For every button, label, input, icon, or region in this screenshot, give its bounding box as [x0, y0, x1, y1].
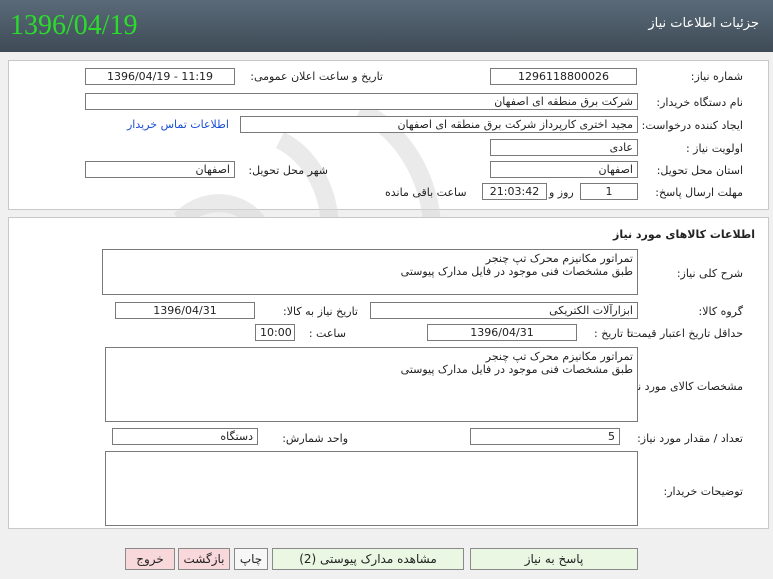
announce-label: تاریخ و ساعت اعلان عمومی:	[250, 70, 383, 83]
header-date: 1396/04/19	[10, 10, 138, 41]
validity-time-field: 10:00	[255, 324, 295, 341]
qty-label: تعداد / مقدار مورد نیاز:	[637, 432, 743, 445]
city-field: اصفهان	[85, 161, 235, 178]
page-title: جزئیات اطلاعات نیاز	[648, 16, 759, 31]
back-button[interactable]: بازگشت	[178, 548, 230, 570]
buyer-notes-label: توضیحات خریدار:	[663, 485, 744, 498]
need-date-field: 1396/04/31	[115, 302, 255, 319]
summary-field: تمراتور مکانیزم محرک تپ چنجر طبق مشخصات …	[102, 249, 638, 295]
group-label: گروه کالا:	[698, 305, 743, 318]
validity-time-label: ساعت :	[308, 327, 346, 340]
buyer-label: نام دستگاه خریدار:	[656, 96, 743, 109]
creator-label: ایجاد کننده درخواست:	[641, 119, 743, 132]
need-date-label: تاریخ نیاز به کالا:	[283, 305, 358, 318]
city-label: شهر محل تحویل:	[248, 164, 328, 177]
validity-to-label: تا تاریخ :	[594, 327, 633, 340]
unit-label: واحد شمارش:	[282, 432, 348, 445]
province-label: استان محل تحویل:	[656, 164, 743, 177]
need-number-field: 1296118800026	[490, 68, 637, 85]
province-field: اصفهان	[490, 161, 638, 178]
spec-line-2: طبق مشخصات فنی موجود در فایل مدارک پیوست…	[400, 363, 633, 376]
summary-line-2: طبق مشخصات فنی موجود در فایل مدارک پیوست…	[400, 265, 633, 278]
deadline-days-field: 1	[580, 183, 638, 200]
summary-line-1: تمراتور مکانیزم محرک تپ چنجر	[485, 252, 633, 265]
announce-field: 1396/04/19 - 11:19	[85, 68, 235, 85]
deadline-remaining-label: ساعت باقی مانده	[385, 186, 467, 199]
print-button[interactable]: چاپ	[234, 548, 268, 570]
buyer-notes-field	[105, 451, 638, 526]
validity-label: حداقل تاریخ اعتبار قیمت:	[627, 327, 743, 340]
deadline-label: مهلت ارسال پاسخ:	[655, 186, 743, 199]
creator-field: مجید اختری کارپرداز شرکت برق منطقه ای اص…	[240, 116, 638, 133]
group-field: ابزارآلات الکتریکی	[370, 302, 638, 319]
view-docs-button[interactable]: مشاهده مدارک پیوستی (2)	[272, 548, 464, 570]
need-number-label: شماره نیاز:	[690, 70, 743, 83]
priority-field: عادی	[490, 139, 638, 156]
priority-label: اولویت نیاز :	[685, 142, 743, 155]
contact-buyer-link[interactable]: اطلاعات تماس خریدار	[127, 118, 229, 131]
exit-button[interactable]: خروج	[125, 548, 175, 570]
validity-date-field: 1396/04/31	[427, 324, 577, 341]
spec-line-1: تمراتور مکانیزم محرک تپ چنجر	[485, 350, 633, 363]
buyer-field: شرکت برق منطقه ای اصفهان	[85, 93, 638, 110]
unit-field: دستگاه	[112, 428, 258, 445]
summary-label: شرح کلی نیاز:	[676, 267, 743, 280]
deadline-time-field: 21:03:42	[482, 183, 547, 200]
reply-button[interactable]: پاسخ به نیاز	[470, 548, 638, 570]
spec-field: تمراتور مکانیزم محرک تپ چنجر طبق مشخصات …	[105, 347, 638, 422]
deadline-days-suffix: روز و	[549, 186, 574, 199]
spec-label: مشخصات کالای مورد نیاز:	[622, 380, 743, 393]
goods-section-title: اطلاعات کالاهای مورد نیاز	[613, 228, 755, 241]
qty-field: 5	[470, 428, 620, 445]
